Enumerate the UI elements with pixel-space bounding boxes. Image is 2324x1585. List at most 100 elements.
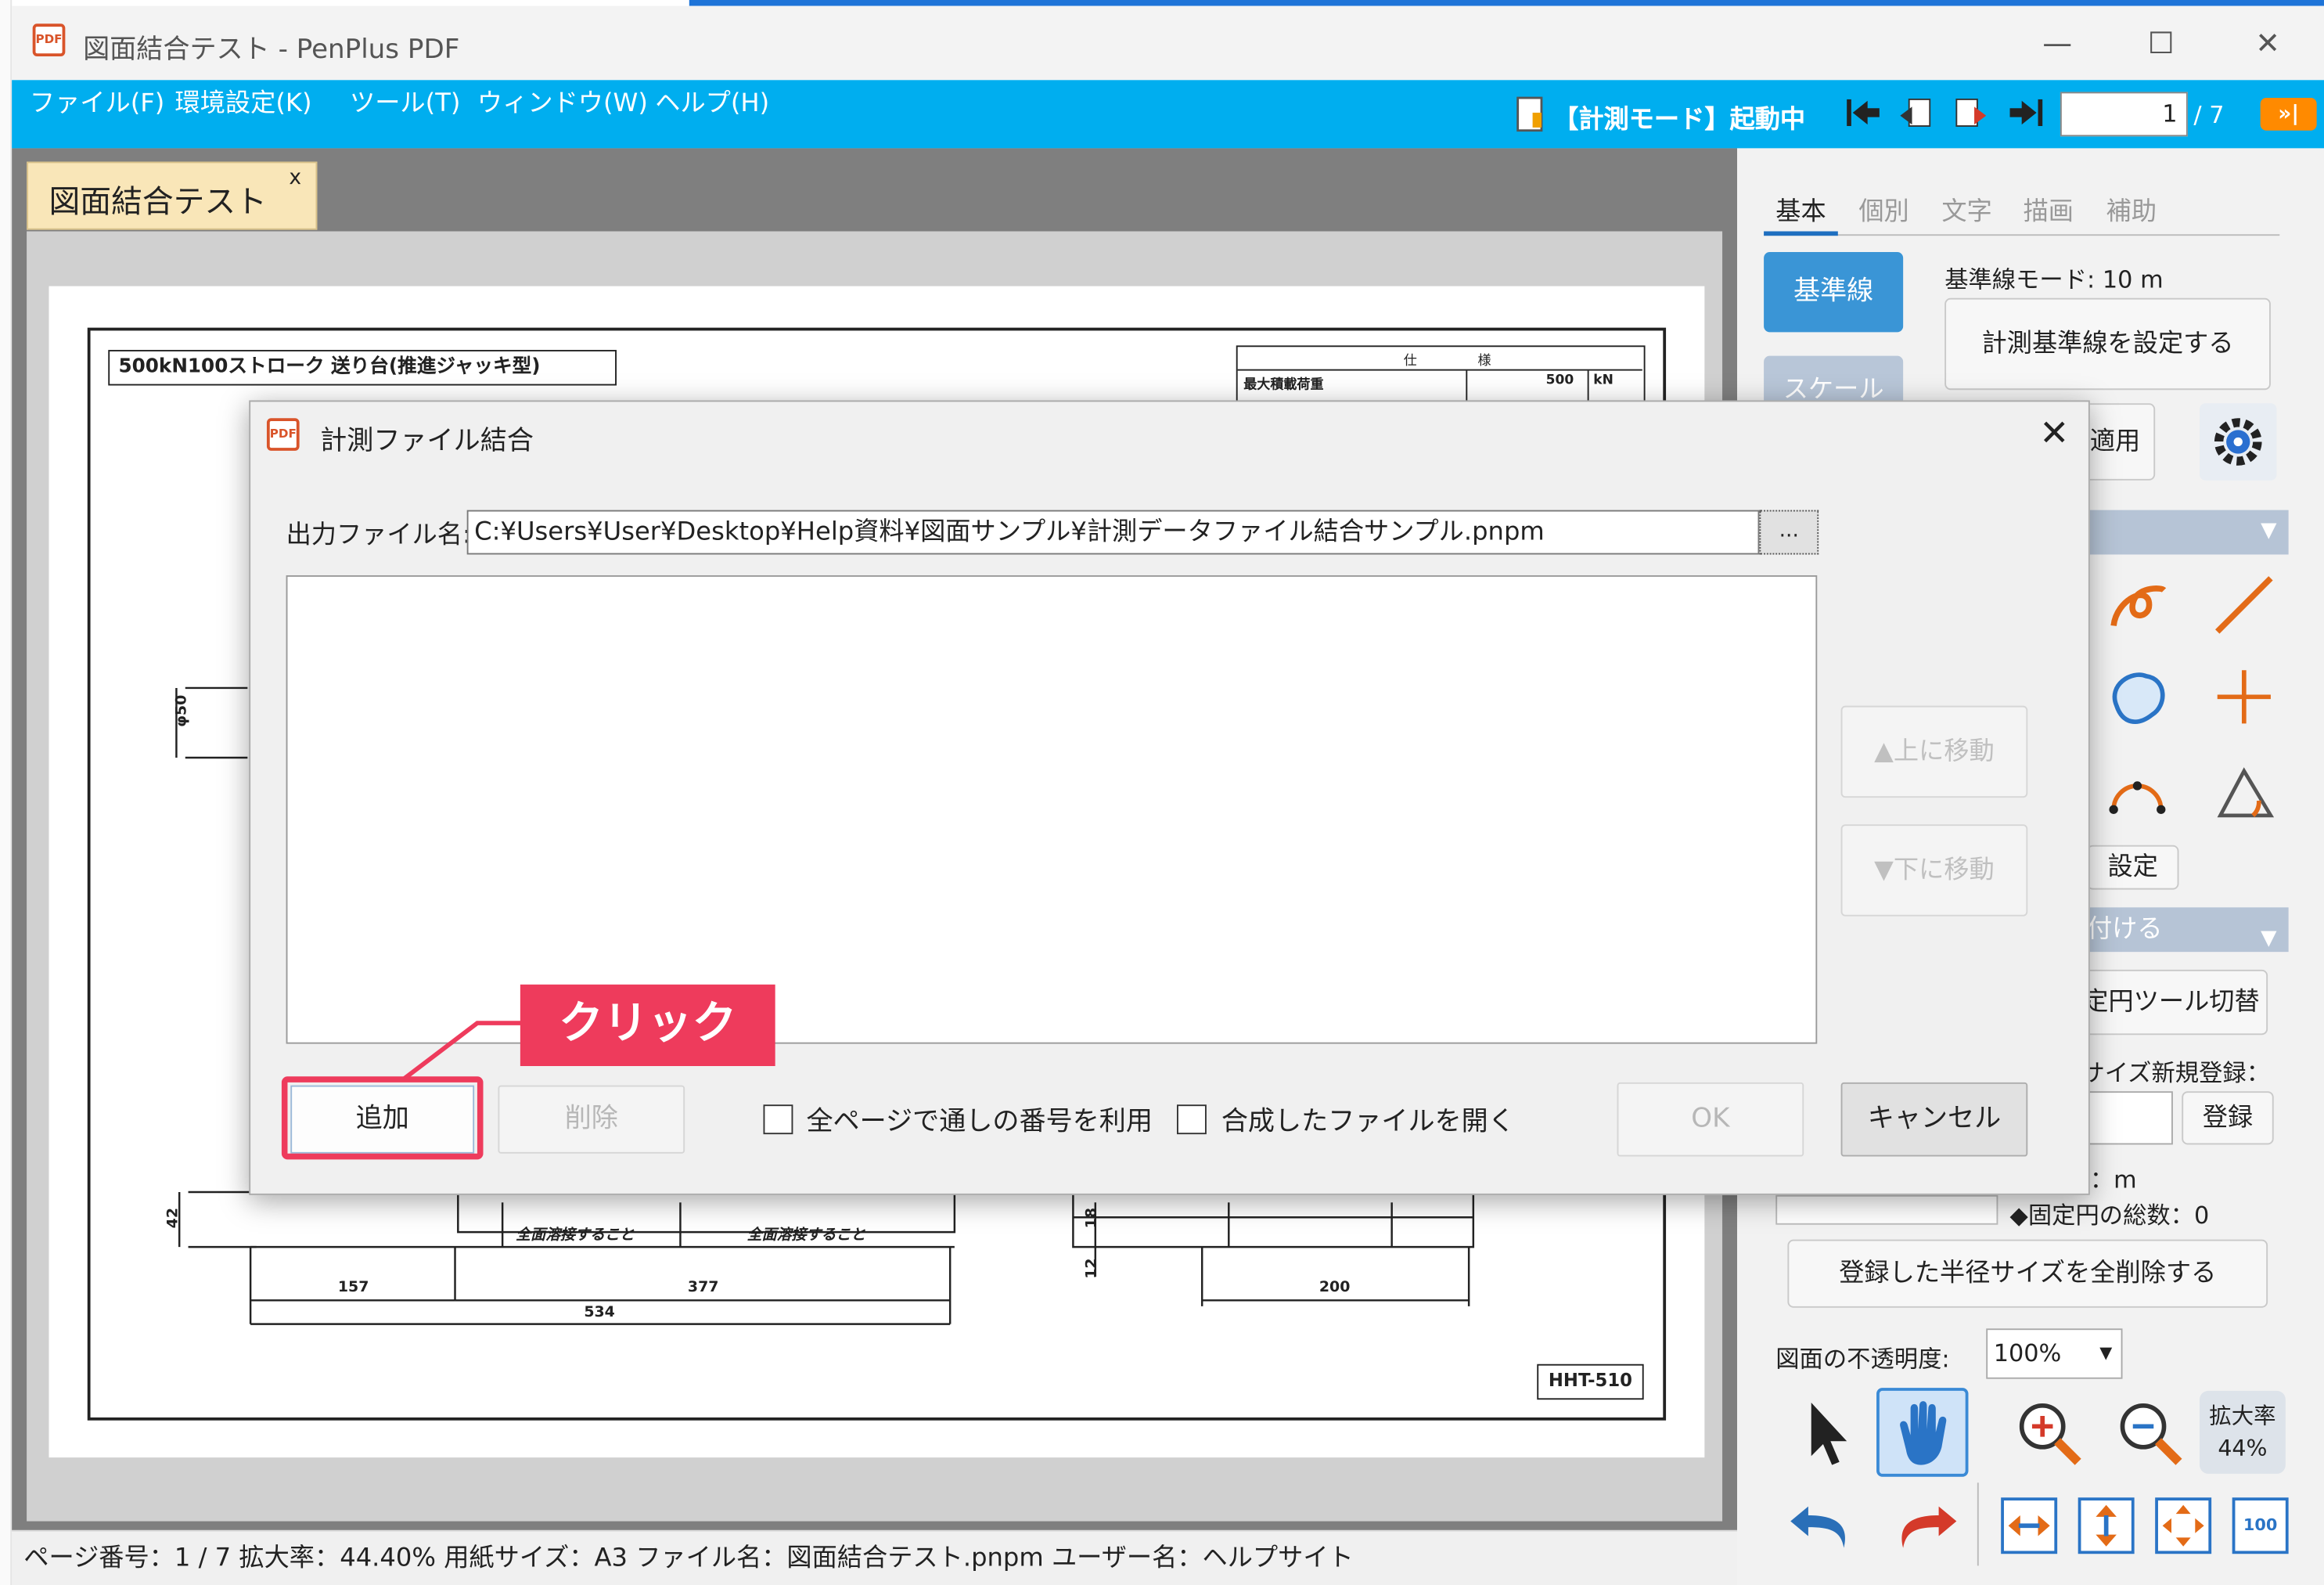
- menu-settings[interactable]: 環境設定(K): [175, 80, 312, 128]
- panel-tab-divider: [1764, 234, 2280, 236]
- section-attach-label: 付ける: [2087, 914, 2163, 945]
- menu-tools[interactable]: ツール(T): [350, 80, 460, 128]
- dim-12: 12: [1084, 1258, 1101, 1279]
- line-tool-icon[interactable]: [2208, 569, 2279, 640]
- section-bar-draw[interactable]: ▼: [2074, 510, 2289, 555]
- fixed-circle-field[interactable]: [1775, 1194, 1998, 1225]
- left-edge: [0, 0, 13, 1585]
- output-file-label: 出力ファイル名:: [286, 520, 471, 550]
- fixed-circle-count: ◆固定円の総数：0: [2009, 1201, 2210, 1230]
- fit-width-icon[interactable]: [2001, 1497, 2058, 1554]
- drawing-code: HHT-510: [1537, 1363, 1644, 1400]
- menu-help[interactable]: ヘルプ(H): [655, 80, 769, 128]
- title-bar: PDF 図面結合テスト - PenPlus PDF — ☐ ✕: [12, 5, 2324, 81]
- zoom-out-icon[interactable]: [2110, 1394, 2187, 1472]
- open-merged-checkbox[interactable]: [1176, 1104, 1207, 1135]
- fit-height-icon[interactable]: [2078, 1497, 2135, 1554]
- chevron-down-icon: ▼: [2099, 1343, 2113, 1363]
- page-number-input[interactable]: 1: [2060, 92, 2188, 137]
- freeform-shape-icon[interactable]: [2102, 661, 2173, 733]
- section-bar-attach[interactable]: 付ける ▼: [2074, 907, 2289, 953]
- cancel-button[interactable]: キャンセル: [1840, 1082, 2028, 1157]
- unit-m-label: ：m: [2089, 1165, 2137, 1194]
- undo-icon[interactable]: [1785, 1492, 1862, 1560]
- curve-tool-icon[interactable]: [2102, 569, 2173, 640]
- document-tab-label: 図面結合テスト: [49, 183, 267, 220]
- next-page-icon[interactable]: [1951, 95, 1989, 133]
- background-window-edge: [689, 0, 2324, 6]
- tab-text[interactable]: 文字: [1941, 189, 1991, 227]
- angle-tool-icon[interactable]: [2208, 756, 2279, 827]
- first-page-icon[interactable]: [1844, 95, 1882, 133]
- gear-icon[interactable]: [2199, 403, 2277, 481]
- tab-close-icon[interactable]: x: [289, 166, 301, 189]
- zoom-value: 44%: [2218, 1435, 2268, 1462]
- cross-tool-icon[interactable]: [2208, 661, 2279, 733]
- move-up-button[interactable]: ▲上に移動: [1840, 705, 2028, 798]
- zoom-label: 拡大率: [2209, 1403, 2276, 1430]
- callout-pointer: [401, 1021, 528, 1082]
- output-file-input[interactable]: C:¥Users¥User¥Desktop¥Help資料¥図面サンプル¥計測デー…: [466, 510, 1760, 555]
- tab-basic[interactable]: 基本: [1775, 189, 1826, 227]
- open-merged-label: 合成したファイルを開く: [1221, 1106, 1515, 1137]
- page-total: / 7: [2193, 100, 2225, 129]
- tab-individual[interactable]: 個別: [1858, 189, 1908, 227]
- serial-number-checkbox[interactable]: [763, 1104, 793, 1135]
- dim-157: 157: [337, 1279, 369, 1296]
- opacity-value: 100%: [1993, 1338, 2062, 1367]
- actual-size-icon[interactable]: 100: [2232, 1497, 2289, 1554]
- dim-200: 200: [1318, 1279, 1351, 1296]
- zoom-in-icon[interactable]: [2010, 1394, 2087, 1472]
- baseline-mode-text: 基準線モード: 10 m: [1944, 265, 2164, 294]
- arc-tool-icon[interactable]: [2102, 756, 2173, 827]
- dim-phi50: φ50: [174, 694, 191, 727]
- maximize-button[interactable]: ☐: [2132, 21, 2191, 66]
- zoom-indicator: 拡大率 44%: [2199, 1390, 2286, 1474]
- prev-page-icon[interactable]: [1898, 95, 1936, 133]
- redo-icon[interactable]: [1885, 1492, 1962, 1560]
- tab-draw[interactable]: 描画: [2024, 189, 2074, 227]
- status-bar: ページ番号：1 / 7 拡大率：44.40% 用紙サイズ：A3 ファイル名：図面…: [12, 1529, 1738, 1585]
- opacity-label: 図面の不透明度:: [1775, 1345, 1950, 1374]
- delete-all-sizes-button[interactable]: 登録した半径サイズを全削除する: [1787, 1239, 2268, 1308]
- file-list[interactable]: [286, 575, 1818, 1044]
- dim-42: 42: [165, 1207, 182, 1229]
- hand-tool-icon[interactable]: [1876, 1388, 1969, 1477]
- toolbar-divider: [1977, 1482, 1979, 1566]
- menu-bar: ファイル(F) 環境設定(K) ツール(T) ウィンドウ(W) ヘルプ(H) 【…: [12, 80, 2324, 149]
- serial-number-label: 全ページで通しの番号を利用: [806, 1106, 1153, 1137]
- active-tab-indicator: [1764, 231, 1838, 236]
- opacity-select[interactable]: 100% ▼: [1986, 1328, 2123, 1379]
- document-icon: [1512, 95, 1550, 133]
- click-highlight: [281, 1076, 484, 1160]
- select-pointer-icon[interactable]: [1790, 1394, 1862, 1472]
- register-button[interactable]: 登録: [2182, 1091, 2274, 1145]
- baseline-button[interactable]: 基準線: [1764, 252, 1904, 333]
- settings-button[interactable]: 設定: [2087, 845, 2179, 890]
- last-page-icon[interactable]: [2007, 95, 2045, 133]
- circle-tool-toggle[interactable]: 定円ツール切替: [2074, 969, 2268, 1036]
- ok-button[interactable]: OK: [1617, 1082, 1804, 1157]
- dialog-title: 計測ファイル結合: [320, 425, 534, 457]
- skip-forward-button[interactable]: »|: [2260, 98, 2317, 131]
- tab-assist[interactable]: 補助: [2106, 189, 2157, 227]
- close-window-button[interactable]: ✕: [2238, 21, 2297, 66]
- dim-534: 534: [584, 1304, 615, 1321]
- app-icon: PDF: [32, 23, 66, 56]
- drawing-note-1: 全面溶接すること: [516, 1227, 635, 1245]
- menu-file[interactable]: ファイル(F): [30, 80, 164, 128]
- move-down-button[interactable]: ▼下に移動: [1840, 824, 2028, 917]
- menu-window[interactable]: ウィンドウ(W): [477, 80, 648, 128]
- window-title: 図面結合テスト - PenPlus PDF: [83, 34, 460, 66]
- dim-377: 377: [687, 1279, 719, 1296]
- document-tab[interactable]: 図面結合テスト x: [27, 161, 318, 230]
- delete-button[interactable]: 削除: [498, 1085, 685, 1154]
- mode-status: 【計測モード】起動中: [1553, 105, 1806, 135]
- minimize-button[interactable]: —: [2027, 21, 2087, 66]
- browse-button[interactable]: ...: [1759, 510, 1819, 555]
- click-callout: クリック: [520, 984, 775, 1067]
- set-baseline-button[interactable]: 計測基準線を設定する: [1944, 297, 2271, 391]
- dialog-close-icon[interactable]: ✕: [2034, 412, 2075, 454]
- fit-page-icon[interactable]: [2155, 1497, 2212, 1554]
- dialog-app-icon: PDF: [266, 418, 300, 451]
